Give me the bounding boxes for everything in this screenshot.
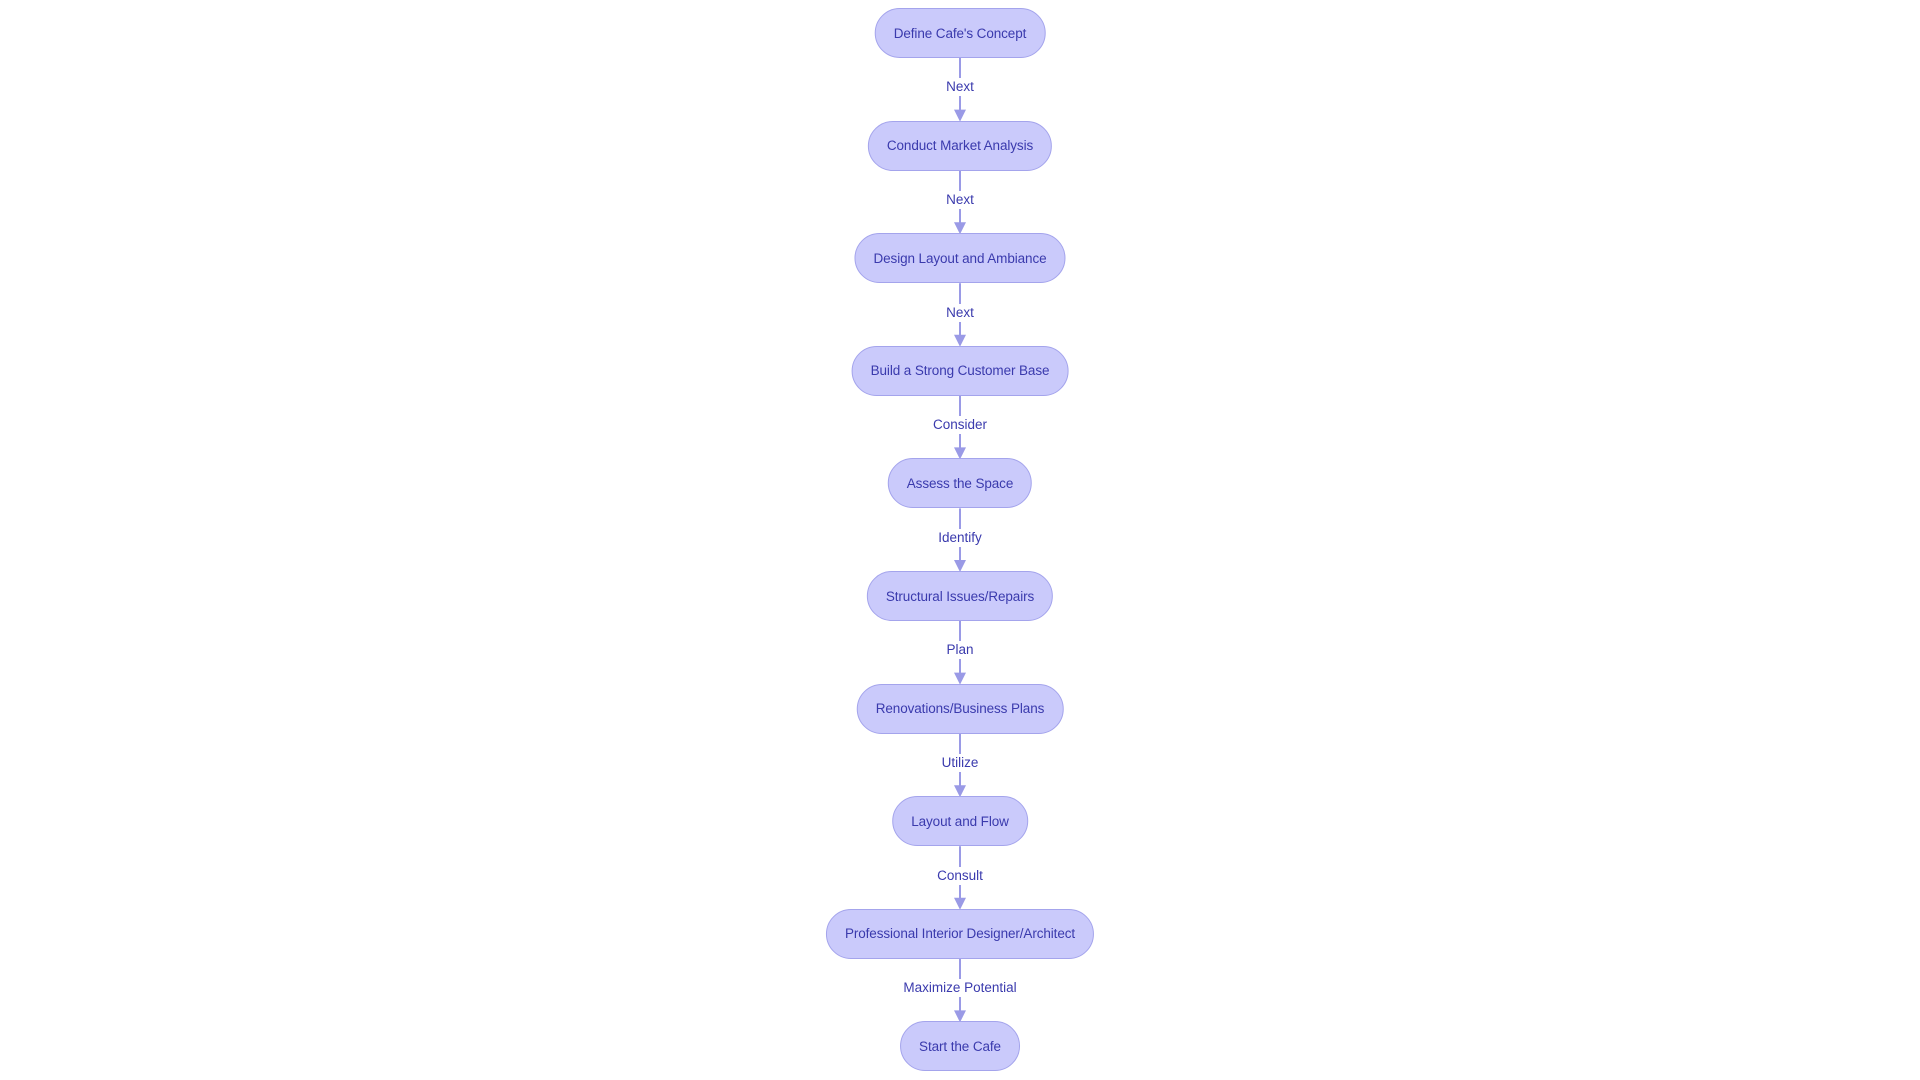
node-renovations-business-plans[interactable]: Renovations/Business Plans <box>856 683 1064 734</box>
edge-label-next-1: Next <box>944 78 976 97</box>
node-professional-interior-designer-architect[interactable]: Professional Interior Designer/Architect <box>825 908 1095 959</box>
edge-label-plan: Plan <box>944 641 976 660</box>
edge-label-identify: Identify <box>936 528 984 547</box>
edge-label-consider: Consider <box>930 416 990 435</box>
node-build-strong-customer-base[interactable]: Build a Strong Customer Base <box>851 345 1069 396</box>
edge-label-consult: Consult <box>935 866 985 885</box>
node-structural-issues-repairs[interactable]: Structural Issues/Repairs <box>866 571 1054 621</box>
node-start-the-cafe[interactable]: Start the Cafe <box>900 1021 1020 1072</box>
flowchart-diagram: Define Cafe's Concept Conduct Market Ana… <box>0 0 1920 1080</box>
edge-label-next-2: Next <box>944 190 976 209</box>
node-define-cafes-concept[interactable]: Define Cafe's Concept <box>874 8 1046 58</box>
edge-label-utilize: Utilize <box>939 753 981 772</box>
node-layout-and-flow[interactable]: Layout and Flow <box>892 796 1028 847</box>
node-assess-the-space[interactable]: Assess the Space <box>887 458 1033 509</box>
node-conduct-market-analysis[interactable]: Conduct Market Analysis <box>867 120 1053 171</box>
edge-label-next-3: Next <box>944 303 976 322</box>
node-design-layout-and-ambiance[interactable]: Design Layout and Ambiance <box>854 233 1066 284</box>
edge-label-maximize-potential: Maximize Potential <box>901 979 1019 998</box>
